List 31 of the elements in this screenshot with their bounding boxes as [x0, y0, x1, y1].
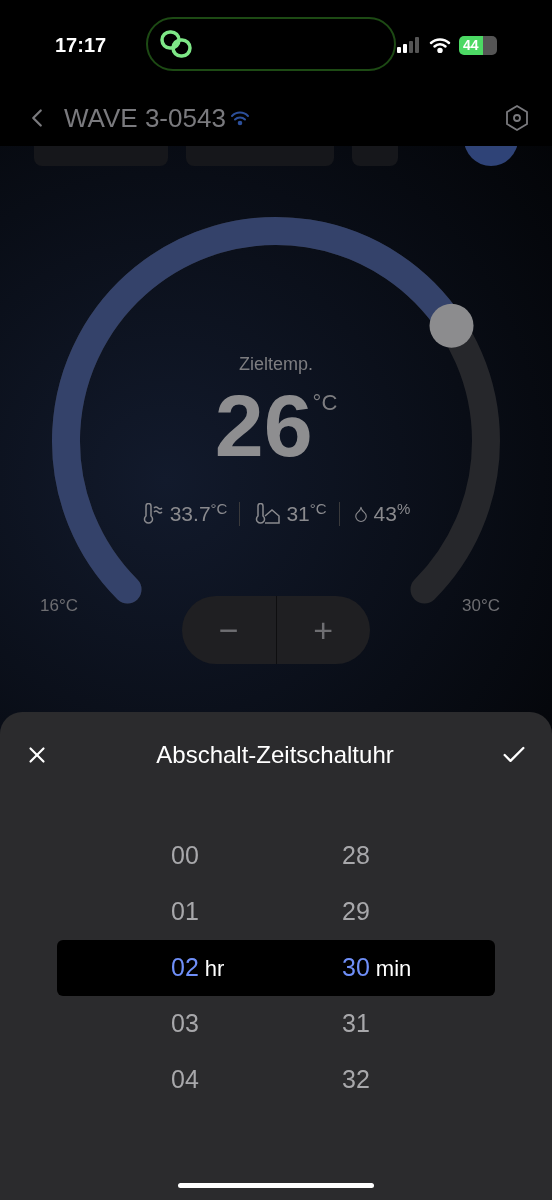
picker-value[interactable]: 04	[171, 1061, 199, 1099]
picker-unit: min	[375, 954, 412, 983]
picker-value[interactable]: 00	[171, 837, 199, 875]
picker-value[interactable]: 29	[342, 893, 370, 931]
settings-icon[interactable]	[504, 104, 530, 132]
picker-value[interactable]: 02	[171, 949, 199, 987]
link-icon	[160, 30, 192, 58]
dial-handle[interactable]	[429, 303, 474, 348]
min-temperature-label: 16°C	[40, 595, 78, 617]
increase-button[interactable]: +	[276, 596, 370, 664]
wifi-icon	[429, 37, 451, 53]
picker-value[interactable]: 32	[342, 1061, 370, 1099]
picker-value[interactable]: 30	[342, 949, 370, 987]
picker-value[interactable]: 01	[171, 893, 199, 931]
picker-value[interactable]: 03	[171, 1005, 199, 1043]
battery-indicator: 44	[459, 35, 497, 55]
device-title: WAVE 3-0543	[64, 101, 226, 135]
picker-value[interactable]: 28	[342, 837, 370, 875]
reading-value: 43%	[373, 499, 411, 527]
picker-value[interactable]: 31	[342, 1005, 370, 1043]
signal-icon	[397, 37, 421, 53]
picker-unit: hr	[204, 954, 225, 983]
max-temperature-label: 30°C	[462, 595, 500, 617]
temperature-unit: °C	[312, 389, 338, 417]
wifi-icon	[229, 110, 250, 126]
sheet-title: Abschalt-Zeitschaltuhr	[156, 740, 394, 770]
target-label: Zieltemp.	[239, 353, 313, 376]
decrease-button[interactable]: −	[182, 596, 277, 664]
status-time: 17:17	[55, 33, 107, 58]
target-temperature: 26	[214, 382, 313, 470]
outdoor-thermometer-icon	[141, 502, 166, 525]
